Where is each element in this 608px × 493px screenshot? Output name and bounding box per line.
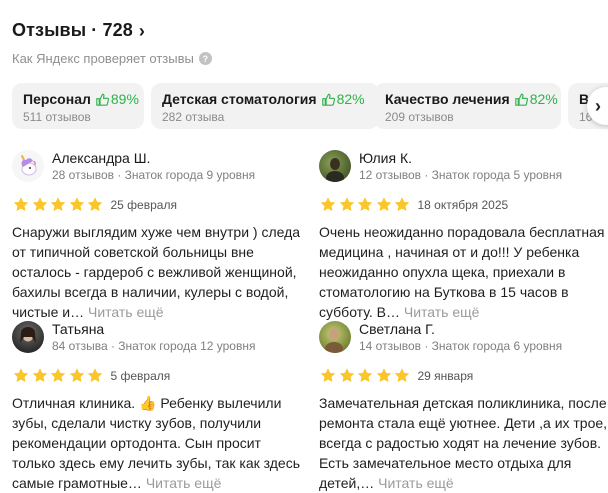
review-date: 18 октября 2025 xyxy=(417,197,509,212)
reviewer-name[interactable]: Александра Ш. xyxy=(52,150,255,167)
photo-avatar-icon[interactable] xyxy=(319,321,351,353)
rating-stars: 29 января xyxy=(319,367,608,384)
chevron-right-icon: › xyxy=(138,20,145,41)
reviewer-name[interactable]: Юлия К. xyxy=(359,150,562,167)
star-icon xyxy=(357,368,373,383)
aspect-chips: Персонал 89% 511 отзывов Детская стомато… xyxy=(12,83,608,129)
star-icon xyxy=(357,197,373,212)
star-icon xyxy=(69,368,84,383)
star-icon xyxy=(13,368,29,383)
star-icon xyxy=(32,197,47,212)
reviewer-name[interactable]: Светлана Г. xyxy=(359,321,562,338)
reviewer-meta: 14 отзывов · Знаток города 6 уровня xyxy=(359,339,563,353)
reviewer-meta: 28 отзывов · Знаток города 9 уровня xyxy=(52,168,256,182)
aspect-label: Качество лечения xyxy=(385,91,510,107)
read-more-link[interactable]: Читать ещё xyxy=(146,475,222,491)
unicorn-icon[interactable] xyxy=(12,150,44,182)
aspect-chip-treatment-quality[interactable]: Качество лечения 82% 209 отзывов xyxy=(374,83,561,129)
aspect-count: 209 отзывов xyxy=(385,110,454,124)
photo-avatar-icon[interactable] xyxy=(12,321,44,353)
verification-text: Как Яндекс проверяет отзывы xyxy=(12,51,194,66)
aspect-label: Персонал xyxy=(23,91,91,107)
star-icon xyxy=(339,197,354,212)
star-icon xyxy=(87,197,103,212)
review-date: 5 февраля xyxy=(110,368,171,383)
review-text: Очень неожиданно порадовала бесплатная м… xyxy=(319,222,608,322)
star-icon xyxy=(320,368,336,383)
review-text: Замечательная детская поликлиника, после… xyxy=(319,393,608,493)
star-icon xyxy=(50,197,66,212)
star-icon xyxy=(394,368,410,383)
verification-link[interactable]: Как Яндекс проверяет отзывы ? xyxy=(12,51,212,66)
star-icon xyxy=(376,368,391,383)
review-card: Светлана Г. 14 отзывов · Знаток города 6… xyxy=(319,321,608,493)
rating-stars: 5 февраля xyxy=(12,367,302,384)
chevron-right-icon: › xyxy=(595,95,601,116)
reviewer-meta: 84 отзыва · Знаток города 12 уровня xyxy=(52,339,256,353)
review-text: Снаружи выглядим хуже чем внутри ) следа… xyxy=(12,222,302,322)
review-date: 29 января xyxy=(417,368,474,383)
star-icon xyxy=(69,197,84,212)
reviewer-meta: 12 отзывов · Знаток города 5 уровня xyxy=(359,168,563,182)
read-more-link[interactable]: Читать ещё xyxy=(404,304,480,320)
reviews-title: Отзывы · 728 xyxy=(12,20,133,40)
review-body: Замечательная детская поликлиника, после… xyxy=(319,395,608,491)
rating-stars: 18 октября 2025 xyxy=(319,196,608,213)
rating-stars: 25 февраля xyxy=(12,196,302,213)
reviews-header: Отзывы · 728 › Как Яндекс проверяет отзы… xyxy=(12,20,212,66)
star-icon xyxy=(87,368,103,383)
thumbs-up-icon xyxy=(96,93,109,106)
review-text: Отличная клиника. 👍 Ребенку вылечили зуб… xyxy=(12,393,302,493)
review-card: Юлия К. 12 отзывов · Знаток города 5 уро… xyxy=(319,150,608,322)
info-icon[interactable]: ? xyxy=(198,52,212,65)
review-date: 25 февраля xyxy=(110,197,177,212)
thumbs-up-icon xyxy=(321,93,335,106)
star-icon xyxy=(376,197,391,212)
star-icon xyxy=(32,368,47,383)
read-more-link[interactable]: Читать ещё xyxy=(378,475,454,491)
photo-avatar-icon[interactable] xyxy=(319,150,351,182)
star-icon xyxy=(339,368,354,383)
star-icon xyxy=(13,197,29,212)
aspect-percent: 89% xyxy=(110,91,139,107)
aspect-count: 511 отзывов xyxy=(23,110,91,124)
aspect-percent: 82% xyxy=(529,91,558,107)
aspect-percent: 82% xyxy=(336,91,365,107)
star-icon xyxy=(394,197,410,212)
aspect-chip-pediatric-dentistry[interactable]: Детская стоматология 82% 282 отзыва xyxy=(151,83,379,129)
review-card: Александра Ш. 28 отзывов · Знаток города… xyxy=(12,150,302,322)
star-icon xyxy=(50,368,66,383)
review-card: Татьяна 84 отзыва · Знаток города 12 уро… xyxy=(12,321,302,493)
read-more-link[interactable]: Читать ещё xyxy=(88,304,164,320)
aspect-label: Детская стоматология xyxy=(162,91,317,107)
reviewer-name[interactable]: Татьяна xyxy=(52,321,255,338)
thumbs-up-icon xyxy=(514,93,528,106)
aspect-chip-staff[interactable]: Персонал 89% 511 отзывов xyxy=(12,83,144,129)
aspect-count: 282 отзыва xyxy=(162,110,225,124)
reviews-title-link[interactable]: Отзывы · 728 › xyxy=(12,20,212,41)
star-icon xyxy=(320,197,336,212)
